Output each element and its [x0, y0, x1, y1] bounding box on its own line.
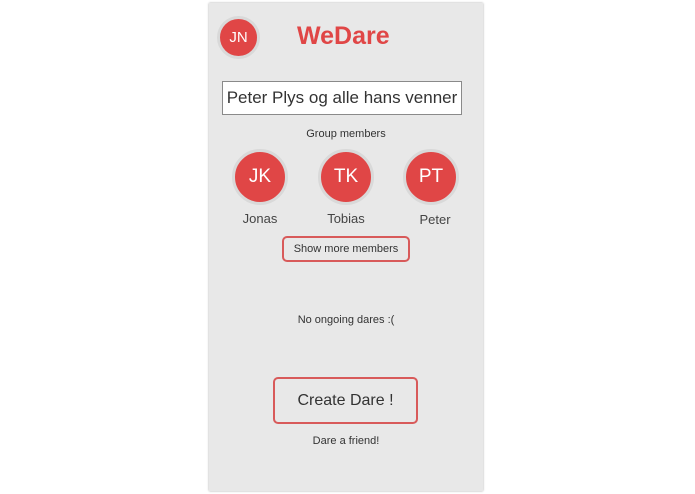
member-initials: JK	[248, 166, 272, 187]
app-title: WeDare	[297, 22, 390, 50]
member-name: Tobias	[327, 211, 365, 226]
user-avatar[interactable]: JN	[217, 16, 260, 59]
member-name: Peter	[419, 212, 451, 227]
create-dare-button[interactable]: Create Dare !	[273, 377, 418, 424]
show-more-members-button[interactable]: Show more members	[282, 236, 410, 262]
dare-a-friend-text: Dare a friend!	[312, 435, 380, 447]
group-name-field[interactable]: Peter Plys og alle hans venner	[222, 81, 462, 115]
member-avatar-peter[interactable]: PT	[403, 149, 459, 205]
member-initials: PT	[418, 166, 444, 187]
no-dares-message: No ongoing dares :(	[297, 314, 395, 326]
member-name: Jonas	[242, 211, 278, 226]
member-avatar-jonas[interactable]: JK	[232, 149, 288, 205]
user-initials: JN	[229, 29, 248, 46]
member-initials: TK	[333, 166, 359, 187]
member-avatar-tobias[interactable]: TK	[318, 149, 374, 205]
app-screen: JN WeDare Peter Plys og alle hans venner…	[209, 3, 483, 491]
group-members-heading: Group members	[306, 128, 386, 140]
